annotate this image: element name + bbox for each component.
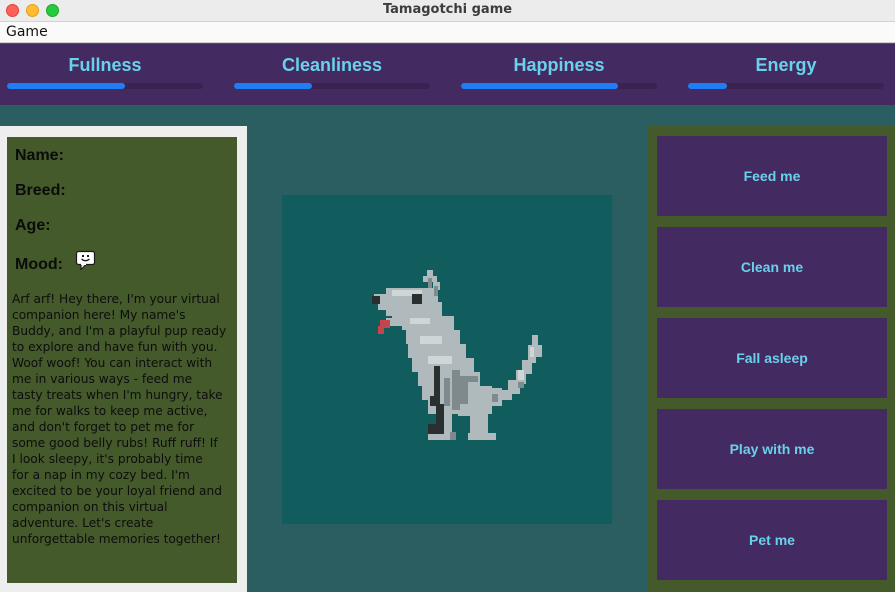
fullness-progress-fill [7,83,125,89]
window-title: Tamagotchi game [382,2,513,17]
stats-bar: Fullness Cleanliness Happiness Energy [0,44,895,105]
pixel-dog-sprite[interactable] [282,195,612,524]
actions-panel: Feed me Clean me Fall asleep Play with m… [647,126,895,592]
energy-progress-fill [688,83,728,89]
bio-line: companion here! My name's [12,308,186,322]
bio-line: adventure. Let's create [12,516,154,530]
stat-label-cleanliness: Cleanliness [281,55,383,75]
stat-label-happiness: Happiness [513,55,605,75]
bio-line: to explore and have fun with you. [12,340,218,354]
bio-line: me for walks to keep me active, [12,404,208,418]
fall-asleep-button[interactable]: Fall asleep [657,318,887,398]
stat-label-fullness: Fullness [68,55,142,75]
bio-line: me in various ways - feed me [12,372,193,386]
clean-me-button[interactable]: Clean me [657,227,887,307]
fullness-progress-track [7,83,203,89]
pet-bio: Arf arf! Hey there, I'm your virtual com… [12,291,234,547]
menu-bar: Game [0,22,895,43]
menu-game[interactable]: Game [6,24,48,40]
mood-label: Mood: [15,256,63,273]
energy-progress-track [688,83,884,89]
bio-line: for a nap in my cozy bed. I'm [12,468,190,482]
play-with-me-button[interactable]: Play with me [657,409,887,489]
stat-happiness: Happiness [461,44,657,105]
bio-line: and don't forget to pet me for [12,420,195,434]
pet-info-frame: Name: Breed: Age: Mood: Arf arf! Hey the… [0,126,247,592]
name-label: Name: [15,147,64,164]
stat-fullness: Fullness [7,44,203,105]
age-label: Age: [15,217,51,234]
happiness-progress-track [461,83,657,89]
bio-line: tasty treats when I'm hungry, take [12,388,223,402]
pet-me-button[interactable]: Pet me [657,500,887,580]
bio-line: some good belly rubs! Ruff ruff! If [12,436,218,450]
window-titlebar: Tamagotchi game [0,0,895,22]
stat-cleanliness: Cleanliness [234,44,430,105]
feed-me-button[interactable]: Feed me [657,136,887,216]
pet-info-panel: Name: Breed: Age: Mood: Arf arf! Hey the… [7,137,237,583]
cleanliness-progress-fill [234,83,313,89]
bio-line: unforgettable memories together! [12,532,221,546]
bio-line: excited to be your loyal friend and [12,484,222,498]
stat-label-energy: Energy [755,55,817,75]
happy-speech-bubble-icon [75,250,96,271]
bio-line: I look sleepy, it's probably time [12,452,203,466]
bio-line: companion on this virtual [12,500,168,514]
cleanliness-progress-track [234,83,430,89]
bio-line: Buddy, and I'm a playful pup ready [12,324,227,338]
breed-label: Breed: [15,182,66,199]
stat-energy: Energy [688,44,884,105]
bio-line: Arf arf! Hey there, I'm your virtual [12,292,220,306]
pet-display [282,195,612,524]
bio-line: Woof woof! You can interact with [12,356,213,370]
happiness-progress-fill [461,83,618,89]
